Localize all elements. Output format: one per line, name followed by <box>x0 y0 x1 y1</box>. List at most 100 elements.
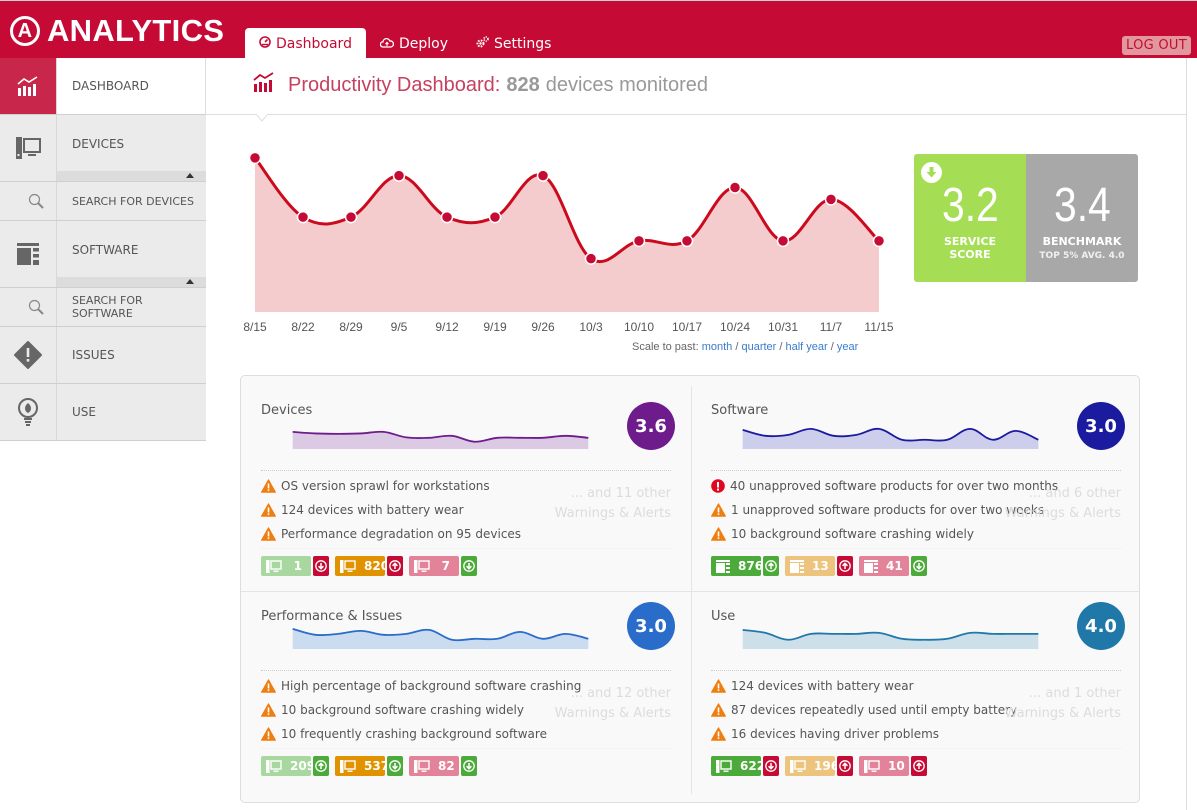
x-tick-label: 10/24 <box>720 320 750 334</box>
sidebar-item-dashboard[interactable]: DASHBOARD <box>0 58 206 115</box>
stat-badge[interactable]: 537 <box>335 756 403 776</box>
card-performance-issues: Performance & Issues 3.0 High percentage… <box>241 582 675 792</box>
sidebar-item-search-devices[interactable]: SEARCH FOR DEVICES <box>0 182 206 221</box>
chart-point[interactable] <box>392 169 406 182</box>
chart-point[interactable] <box>296 210 310 224</box>
alert-item[interactable]: Performance degradation on 95 devices <box>261 522 521 546</box>
stat-badge[interactable]: 13 <box>785 556 853 576</box>
chart-point[interactable] <box>776 234 790 248</box>
tab-settings[interactable]: Settings <box>462 28 565 59</box>
stat-badge[interactable]: 876 <box>711 556 779 576</box>
collapse-toggle[interactable] <box>57 277 206 287</box>
separator: / <box>776 341 786 353</box>
more-alerts-link[interactable]: ... and 6 other Warnings & Alerts <box>1005 484 1121 524</box>
stat-badge[interactable]: 1 <box>261 556 329 576</box>
alert-text: 124 devices with battery wear <box>281 503 464 517</box>
chart-point[interactable] <box>248 151 262 165</box>
search-icon <box>0 182 57 220</box>
stat-badge[interactable]: 209 <box>261 756 329 776</box>
tab-dashboard[interactable]: Dashboard <box>245 28 366 59</box>
chart-area <box>255 157 879 312</box>
sidebar-item-software[interactable]: SOFTWARE <box>0 221 206 288</box>
chart-point[interactable] <box>680 234 694 248</box>
stat-badge[interactable]: 196 <box>785 756 853 776</box>
warning-icon <box>261 703 276 717</box>
desktop-icon <box>716 759 732 773</box>
divider <box>261 748 671 749</box>
stat-badge[interactable]: 7 <box>409 556 477 576</box>
stat-badge[interactable]: 820 <box>335 556 403 576</box>
benchmark-value: 3.4 <box>1053 179 1111 232</box>
alert-item[interactable]: 124 devices with battery wear <box>261 498 521 522</box>
logout-button[interactable]: LOG OUT <box>1121 36 1191 55</box>
alert-item[interactable]: 10 background software crashing widely <box>261 698 581 722</box>
more-alerts-link[interactable]: ... and 12 other Warnings & Alerts <box>555 684 671 724</box>
card-use: Use 4.0 124 devices with battery wear 87 … <box>691 582 1125 792</box>
stat-badge[interactable]: 622 <box>711 756 779 776</box>
alert-item[interactable]: 10 frequently crashing background softwa… <box>261 722 581 746</box>
app-logo[interactable]: A ANALYTICS <box>10 13 224 49</box>
alert-item[interactable]: 10 background software crashing widely <box>711 522 1058 546</box>
more-alerts-link[interactable]: ... and 11 other Warnings & Alerts <box>555 484 671 524</box>
alert-item[interactable]: OS version sprawl for workstations <box>261 474 521 498</box>
category-cards: Devices 3.6 OS version sprawl for workst… <box>240 375 1140 803</box>
chart-icon <box>252 72 276 98</box>
x-tick-label: 8/29 <box>339 320 363 334</box>
warning-icon <box>261 527 276 541</box>
category-score[interactable]: 3.0 <box>1077 402 1125 450</box>
alert-item[interactable]: 87 devices repeatedly used until empty b… <box>711 698 1017 722</box>
alert-text: 10 background software crashing widely <box>731 527 974 541</box>
chart-point[interactable] <box>584 252 598 265</box>
software-icon <box>790 559 804 573</box>
scale-link-half-year[interactable]: half year <box>786 341 828 353</box>
chart-point[interactable] <box>344 210 358 224</box>
sidebar-item-use[interactable]: USE <box>0 384 206 441</box>
benchmark-score[interactable]: 3.4 BENCHMARK TOP 5% AVG. 4.0 <box>1026 154 1138 282</box>
scale-links: Scale to past: month / quarter / half ye… <box>632 341 858 353</box>
alert-item[interactable]: 16 devices having driver problems <box>711 722 1017 746</box>
more-alerts-link[interactable]: ... and 1 other Warnings & Alerts <box>1005 684 1121 724</box>
chart-point[interactable] <box>728 181 742 194</box>
lightbulb-icon <box>0 384 57 440</box>
service-score-value: 3.2 <box>941 179 999 232</box>
category-score[interactable]: 3.0 <box>627 602 675 650</box>
chart-icon <box>0 58 57 114</box>
scale-link-year[interactable]: year <box>837 341 858 353</box>
score-box: 3.2 SERVICE SCORE 3.4 BENCHMARK TOP 5% A… <box>914 154 1138 282</box>
divider <box>261 548 671 549</box>
warning-icon <box>711 703 726 717</box>
category-score[interactable]: 3.6 <box>627 402 675 450</box>
warning-diamond-icon <box>0 327 57 383</box>
trend-down-icon <box>763 756 779 776</box>
divider <box>261 670 671 671</box>
sidebar-item-devices[interactable]: DEVICES <box>0 115 206 182</box>
chart-point[interactable] <box>440 210 454 224</box>
chart-point[interactable] <box>488 210 502 224</box>
sidebar-item-search-software[interactable]: SEARCH FOR SOFTWARE <box>0 288 206 327</box>
stat-badge[interactable]: 41 <box>859 556 927 576</box>
alert-item[interactable]: 124 devices with battery wear <box>711 674 1017 698</box>
chart-point[interactable] <box>536 169 550 182</box>
stat-badge[interactable]: 10 <box>859 756 927 776</box>
chart-point[interactable] <box>632 234 646 248</box>
x-tick-label: 8/22 <box>291 320 315 334</box>
category-score[interactable]: 4.0 <box>1077 602 1125 650</box>
collapse-arrow-icon <box>186 279 194 284</box>
tab-deploy[interactable]: Deploy <box>366 28 462 59</box>
logo-icon: A <box>10 16 40 46</box>
stat-badge[interactable]: 82 <box>409 756 477 776</box>
x-tick-label: 9/26 <box>531 320 555 334</box>
alert-text: OS version sprawl for workstations <box>281 479 490 493</box>
scale-link-month[interactable]: month <box>702 341 733 353</box>
chart-point[interactable] <box>824 193 838 206</box>
service-score[interactable]: 3.2 SERVICE SCORE <box>914 154 1026 282</box>
title-suffix: devices monitored <box>545 73 709 96</box>
collapse-toggle[interactable] <box>57 171 206 181</box>
chart-point[interactable] <box>872 234 886 248</box>
alert-item[interactable]: High percentage of background software c… <box>261 674 581 698</box>
badge-count: 10 <box>859 756 909 776</box>
sidebar-item-issues[interactable]: ISSUES <box>0 327 206 384</box>
more-count: ... and 6 other <box>1028 486 1121 501</box>
trend-down-icon <box>461 556 477 576</box>
scale-link-quarter[interactable]: quarter <box>741 341 776 353</box>
